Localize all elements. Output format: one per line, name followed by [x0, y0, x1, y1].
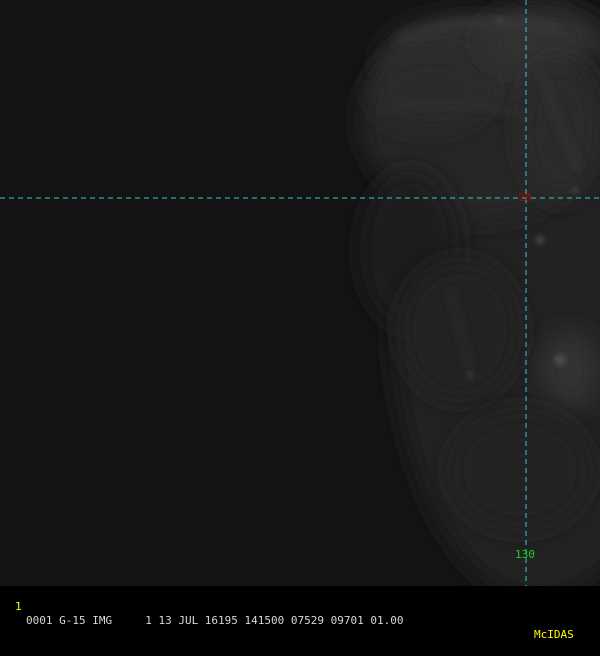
mcidas-brand: McIDAS [534, 628, 574, 641]
satellite-image [0, 0, 600, 586]
status-bar: 1 0001 G-15 IMG 1 13 JUL 16195 141500 07… [0, 586, 600, 641]
satellite-image-viewer: 20 130 1 0001 G-15 IMG 1 13 JUL 16195 14… [0, 0, 600, 641]
image-info-text: 0001 G-15 IMG 1 13 JUL 16195 141500 0752… [26, 614, 404, 627]
latitude-label: 20 [518, 191, 532, 204]
frame-number: 1 [15, 600, 22, 613]
longitude-label: 130 [515, 548, 535, 561]
